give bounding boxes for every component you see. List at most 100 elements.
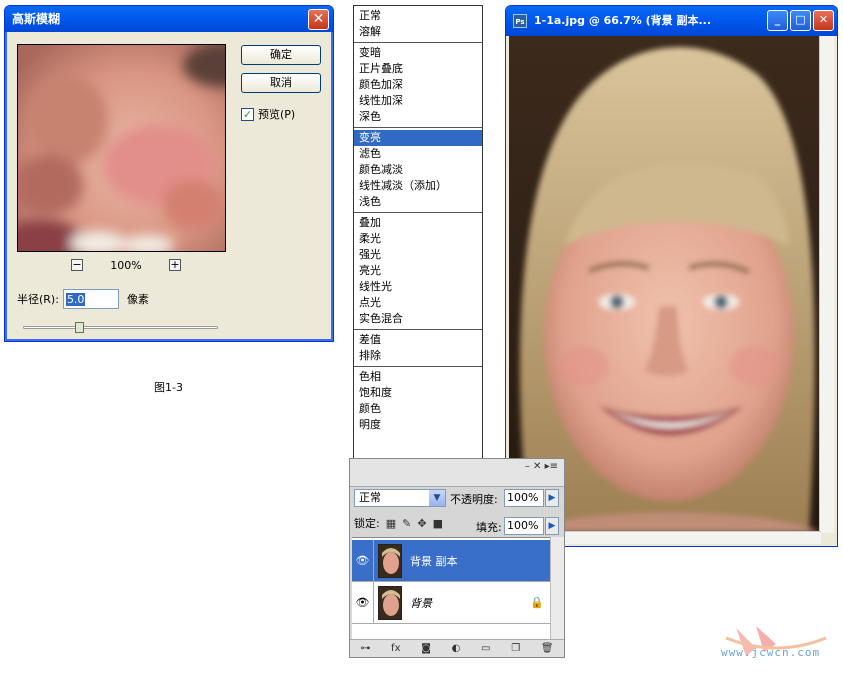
blend-mode-item[interactable]: 差值	[354, 332, 482, 348]
radius-row: 半径(R): 5.0 像素	[17, 289, 149, 309]
blend-mode-item[interactable]: 溶解	[354, 24, 482, 40]
blend-mode-group: 差值 排除	[354, 329, 482, 366]
radius-label: 半径(R):	[17, 293, 59, 306]
radius-value: 5.0	[65, 292, 86, 306]
layer-thumbnail-image	[379, 544, 401, 577]
blend-mode-item[interactable]: 排除	[354, 348, 482, 364]
blend-mode-group: 叠加 柔光 强光 亮光 线性光 点光 实色混合	[354, 212, 482, 329]
dialog-titlebar: 高斯模糊 ✕	[5, 6, 333, 32]
close-icon[interactable]: ✕	[813, 10, 834, 31]
zoom-value: 100%	[110, 258, 142, 272]
blend-mode-item[interactable]: 亮光	[354, 263, 482, 279]
slider-thumb[interactable]	[75, 322, 84, 333]
blend-mode-item[interactable]: 线性加深	[354, 93, 482, 109]
blend-mode-list[interactable]: 正常 溶解 变暗 正片叠底 颜色加深 线性加深 深色 变亮 滤色 颜色减淡 线性减淡（添加） 浅色 叠加…	[353, 5, 483, 488]
layer-style-icon[interactable]: fx	[391, 643, 400, 654]
blend-mode-item[interactable]: 线性减淡（添加）	[354, 178, 482, 194]
blend-mode-item[interactable]: 滤色	[354, 146, 482, 162]
preview-checkbox[interactable]: ✓	[241, 107, 254, 121]
dialog-title: 高斯模糊	[12, 12, 61, 26]
image-titlebar: Ps 1-1a.jpg @ 66.7% (背景 副本... _ □ ✕	[506, 6, 837, 36]
blend-mode-item[interactable]: 正常	[354, 8, 482, 24]
blend-mode-item[interactable]: 柔光	[354, 231, 482, 247]
panel-menu-icon[interactable]: – ✕ ▸≡	[525, 461, 558, 472]
opacity-arrow-icon[interactable]: ▶	[545, 489, 559, 507]
chevron-down-icon[interactable]: ▼	[429, 490, 445, 506]
blend-mode-item[interactable]: 变亮	[354, 130, 482, 146]
blend-mode-item[interactable]: 色相	[354, 369, 482, 385]
fill-label: 填充:	[476, 521, 502, 534]
eye-icon[interactable]: 👁	[352, 539, 374, 582]
blend-mode-item[interactable]: 线性光	[354, 279, 482, 295]
layer-blend-mode-value: 正常	[359, 491, 381, 504]
layers-panel-header: – ✕ ▸≡	[350, 459, 564, 487]
layer-name: 背景 副本	[410, 554, 458, 568]
radius-input[interactable]: 5.0	[62, 289, 119, 309]
blend-mode-item[interactable]: 饱和度	[354, 385, 482, 401]
preview-label: 预览(P)	[258, 108, 296, 121]
maximize-icon[interactable]: □	[790, 10, 811, 31]
ok-button[interactable]: 确定	[241, 45, 321, 65]
layer-mask-icon[interactable]: ◙	[421, 643, 431, 654]
radius-slider[interactable]	[23, 322, 218, 334]
link-layers-icon[interactable]: ⊶	[360, 643, 370, 654]
blend-mode-item[interactable]: 强光	[354, 247, 482, 263]
zoom-in-button[interactable]: +	[168, 259, 181, 271]
watermark-logo-icon	[725, 626, 827, 656]
blend-mode-item[interactable]: 深色	[354, 109, 482, 125]
layer-row-background[interactable]: 👁 背景 🔒	[352, 581, 560, 624]
layer-name: 背景	[410, 596, 432, 610]
fill-input[interactable]: 100%	[504, 517, 544, 535]
blend-mode-group: 色相 饱和度 颜色 明度	[354, 366, 482, 435]
lock-position-icon[interactable]: ✥	[417, 517, 426, 530]
zoom-controls: − 100% +	[71, 258, 181, 272]
blend-mode-item[interactable]: 浅色	[354, 194, 482, 210]
layer-row-copy[interactable]: 👁 背景 副本	[352, 539, 560, 582]
opacity-label: 不透明度:	[450, 493, 498, 506]
figure-caption: 图1-3	[154, 381, 183, 394]
blur-preview-image[interactable]	[17, 44, 226, 252]
blend-mode-group: 正常 溶解	[354, 6, 482, 42]
blend-mode-item[interactable]: 明度	[354, 417, 482, 433]
slider-track	[23, 326, 218, 329]
blend-mode-item[interactable]: 点光	[354, 295, 482, 311]
new-group-icon[interactable]: ▭	[481, 643, 490, 654]
blend-mode-item[interactable]: 实色混合	[354, 311, 482, 327]
blend-mode-item[interactable]: 正片叠底	[354, 61, 482, 77]
blend-mode-item[interactable]: 变暗	[354, 45, 482, 61]
adjustment-layer-icon[interactable]: ◐	[452, 643, 461, 654]
layer-blend-mode-select[interactable]: 正常 ▼	[354, 489, 446, 507]
lock-paint-icon[interactable]: ✎	[402, 517, 411, 530]
image-vertical-scrollbar[interactable]	[819, 36, 834, 533]
layer-thumbnail	[378, 585, 402, 620]
blend-mode-item[interactable]: 颜色减淡	[354, 162, 482, 178]
eye-icon[interactable]: 👁	[352, 581, 374, 624]
blend-mode-item[interactable]: 颜色加深	[354, 77, 482, 93]
lock-all-icon[interactable]: ■	[433, 517, 443, 530]
blend-mode-group: 变暗 正片叠底 颜色加深 线性加深 深色	[354, 42, 482, 127]
photoshop-icon: Ps	[513, 14, 527, 28]
blend-mode-group: 变亮 滤色 颜色减淡 线性减淡（添加） 浅色	[354, 127, 482, 212]
fill-arrow-icon[interactable]: ▶	[545, 517, 559, 535]
image-title: 1-1a.jpg @ 66.7% (背景 副本...	[534, 14, 712, 27]
minimize-icon[interactable]: _	[767, 10, 788, 31]
preview-checkbox-row[interactable]: ✓ 预览(P)	[241, 106, 295, 122]
lock-icon: 🔒	[530, 596, 544, 609]
layer-thumbnail-image	[379, 586, 401, 619]
blend-mode-item[interactable]: 叠加	[354, 215, 482, 231]
cancel-button[interactable]: 取消	[241, 73, 321, 93]
opacity-input[interactable]: 100%	[504, 489, 544, 507]
gaussian-blur-dialog: 高斯模糊 ✕ 确定 取消 ✓ 预览(P) − 100% + 半径(R): 5.0…	[4, 5, 334, 342]
blend-mode-item[interactable]: 颜色	[354, 401, 482, 417]
layers-panel: – ✕ ▸≡ 正常 ▼ 不透明度: 100% ▶ 锁定: ▦ ✎ ✥ ■ 填充:…	[349, 458, 565, 658]
layers-scrollbar[interactable]	[550, 537, 564, 641]
radius-unit: 像素	[126, 293, 149, 306]
close-icon[interactable]: ✕	[308, 9, 329, 30]
watermark-text: www.jcwcn.com	[721, 646, 821, 659]
new-layer-icon[interactable]: ❐	[511, 643, 520, 654]
trash-icon[interactable]: 🗑	[541, 643, 554, 654]
zoom-out-button[interactable]: −	[71, 259, 83, 271]
layer-thumbnail	[378, 543, 402, 578]
lock-transparency-icon[interactable]: ▦	[386, 517, 396, 530]
face-closeup-image	[18, 45, 225, 251]
